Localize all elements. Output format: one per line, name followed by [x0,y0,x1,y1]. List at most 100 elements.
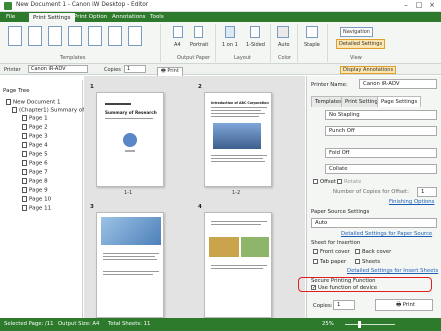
maximize-button[interactable]: □ [413,1,425,10]
detailed-settings-button[interactable]: Detailed Settings [336,39,386,49]
display-annotations-button[interactable]: Display Annotations [340,66,397,74]
tree-chapter[interactable]: (Chapter1) Summary of R... [12,107,95,114]
page-text-line [103,259,157,260]
paper-size-icon[interactable] [173,26,183,38]
tree-page[interactable]: Page 11 [22,205,51,212]
back-cover-label: Back cover [362,249,392,255]
page-thumbnail[interactable] [204,212,272,318]
orientation-icon[interactable] [194,26,203,38]
zoom-slider[interactable] [345,324,395,325]
front-cover-checkbox[interactable]: Front cover [313,249,350,255]
finishing-options-link[interactable]: Finishing Options [389,199,434,205]
tree-page[interactable]: Page 3 [22,133,48,140]
tree-page-label: Page 8 [29,178,48,185]
page-icon [22,115,27,121]
insert-sheets-details-link[interactable]: Detailed Settings for Insert Sheets [347,268,438,274]
tree-page[interactable]: Page 7 [22,169,48,176]
copies-input[interactable]: 1 [124,65,146,73]
orientation-button[interactable]: Portrait [190,42,208,48]
tab-tools[interactable]: Tools [146,12,168,22]
page-icon [22,169,27,175]
tree-document[interactable]: New Document 1 [6,99,61,106]
staple-icon[interactable] [306,26,318,38]
tab-print-option[interactable]: Print Option [70,12,111,22]
template-6[interactable] [108,26,122,46]
tab-page-settings[interactable]: Page Settings [377,96,422,107]
color-icon[interactable] [277,26,289,38]
tree-page-label: Page 4 [29,142,48,149]
preview-canvas[interactable]: 1 Summary of Research 1-1 2 Introduction… [84,76,305,318]
template-4[interactable] [68,26,82,46]
pages-per-sheet-icon[interactable] [225,26,235,38]
color-button[interactable]: Auto [278,42,290,48]
template-1[interactable] [8,26,22,46]
app-icon [4,2,12,10]
tree-page-label: Page 7 [29,169,48,176]
tree-page[interactable]: Page 4 [22,142,48,149]
tree-page[interactable]: Page 2 [22,124,48,131]
offset-checkbox[interactable]: Offset [313,179,336,185]
group-output-paper: Output Paper [177,55,211,61]
sided-icon[interactable] [250,26,260,38]
sided-button[interactable]: 1-Sided [246,42,265,48]
tree-page[interactable]: Page 10 [22,196,51,203]
template-3[interactable] [48,26,62,46]
close-button[interactable]: × [426,1,438,10]
page-icon [22,133,27,139]
tree-page[interactable]: Page 5 [22,151,48,158]
page-number: 2 [198,84,202,90]
tree-page-label: Page 11 [29,205,52,212]
printer-select[interactable]: Canon iR-ADV [28,65,88,73]
punch-select[interactable]: Punch Off [325,126,437,136]
print-button[interactable]: 🖶 Print [375,299,433,311]
window-title: New Document 1 - Canon iW Desktop - Edit… [16,2,149,8]
paper-size-button[interactable]: A4 [174,42,181,48]
bottom-copies-label: Copies: [313,303,333,309]
page-icon [22,205,27,211]
collate-select[interactable]: Collate [325,164,437,174]
template-7[interactable] [128,26,142,46]
tab-file[interactable]: File [2,12,19,22]
rotate-label: Rotate [344,179,362,185]
page-thumbnail[interactable] [96,212,164,318]
page-thumbnail[interactable]: Introduction of ABC Corporation [204,92,272,187]
tree-page[interactable]: Page 1 [22,115,48,122]
tree-page[interactable]: Page 6 [22,160,48,167]
minimize-button[interactable]: – [400,1,412,10]
group-view: View [350,55,362,61]
zoom-slider-thumb[interactable] [358,321,361,328]
tab-print-settings[interactable]: Print Settings [28,12,76,22]
template-5[interactable] [88,26,102,46]
tab-paper-checkbox[interactable]: Tab paper [313,259,346,265]
page-icon [22,124,27,130]
fold-select[interactable]: Fold Off [325,148,437,158]
rotate-checkbox[interactable]: Rotate [337,179,361,185]
back-cover-checkbox[interactable]: Back cover [355,249,391,255]
printer-name-select[interactable]: Canon iR-ADV [359,79,437,89]
group-templates: Templates [60,55,86,61]
page-icon [22,142,27,148]
pages-per-sheet-button[interactable]: 1 on 1 [222,42,238,48]
staple-select[interactable]: No Stapling [325,110,437,120]
navigation-button[interactable]: Navigation [340,27,373,37]
page-heading: Summary of Research [105,110,157,115]
checkbox-icon [313,249,318,254]
sheets-checkbox[interactable]: Sheets [355,259,380,265]
total-sheets-status: Total Sheets: 11 [108,321,151,327]
paper-source-select[interactable]: Auto [311,218,437,228]
tree-page[interactable]: Page 8 [22,178,48,185]
tree-page-label: Page 5 [29,151,48,158]
tab-annotations[interactable]: Annotations [108,12,150,22]
tree-page-label: Page 3 [29,133,48,140]
bottom-copies-input[interactable]: 1 [333,300,355,310]
page-text-line [125,150,135,152]
tree-page[interactable]: Page 9 [22,187,48,194]
copies-for-offset-input[interactable]: 1 [417,187,437,197]
page-thumbnail[interactable]: Summary of Research [96,92,164,187]
staple-button[interactable]: Staple [304,42,320,48]
template-2[interactable] [28,26,42,46]
page-text-line [211,158,263,159]
paper-source-details-link[interactable]: Detailed Settings for Paper Source [341,231,432,237]
output-size-status: Output Size: A4 [58,321,100,327]
page-icon [22,160,27,166]
